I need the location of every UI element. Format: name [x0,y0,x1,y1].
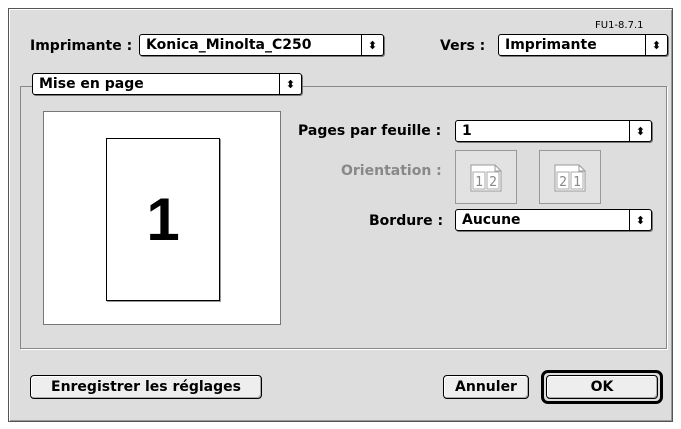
printer-label: Imprimante : [30,38,133,54]
pages-per-sheet-value: 1 [462,123,472,139]
destination-value: Imprimante [505,37,597,53]
orientation-left-to-right-button[interactable]: 1 2 [455,150,517,204]
preview-page-number: 1 [146,186,180,253]
up-down-arrows-icon: ⬍ [279,74,301,94]
destination-label: Vers : [440,38,486,54]
up-down-arrows-icon: ⬍ [361,35,383,55]
up-down-arrows-icon: ⬍ [629,121,651,141]
orientation-rl-first: 2 [559,175,567,190]
orientation-lr-second: 2 [489,175,497,190]
orientation-lr-icon: 1 2 [470,164,502,192]
up-down-arrows-icon: ⬍ [645,35,667,55]
version-label: FU1-8.7.1 [595,20,644,31]
printer-popup[interactable]: Konica_Minolta_C250 ⬍ [139,34,384,56]
border-label: Bordure : [369,213,444,229]
preview-sheet: 1 [106,138,220,301]
pages-per-sheet-popup[interactable]: 1 ⬍ [455,120,652,142]
up-down-arrows-icon: ⬍ [629,210,651,230]
cancel-button[interactable]: Annuler [443,375,529,399]
orientation-rl-second: 1 [573,175,581,190]
panel-menu-value: Mise en page [39,76,144,92]
border-popup[interactable]: Aucune ⬍ [455,209,652,231]
pages-per-sheet-label: Pages par feuille : [298,123,442,139]
border-value: Aucune [462,212,521,228]
destination-popup[interactable]: Imprimante ⬍ [498,34,668,56]
orientation-label: Orientation : [341,163,442,179]
printer-value: Konica_Minolta_C250 [146,37,312,53]
save-settings-button[interactable]: Enregistrer les réglages [30,375,262,399]
ok-button[interactable]: OK [546,375,658,399]
panel-menu-popup[interactable]: Mise en page ⬍ [32,73,302,95]
orientation-rl-icon: 2 1 [554,164,586,192]
orientation-lr-first: 1 [475,175,483,190]
orientation-right-to-left-button[interactable]: 2 1 [539,150,601,204]
